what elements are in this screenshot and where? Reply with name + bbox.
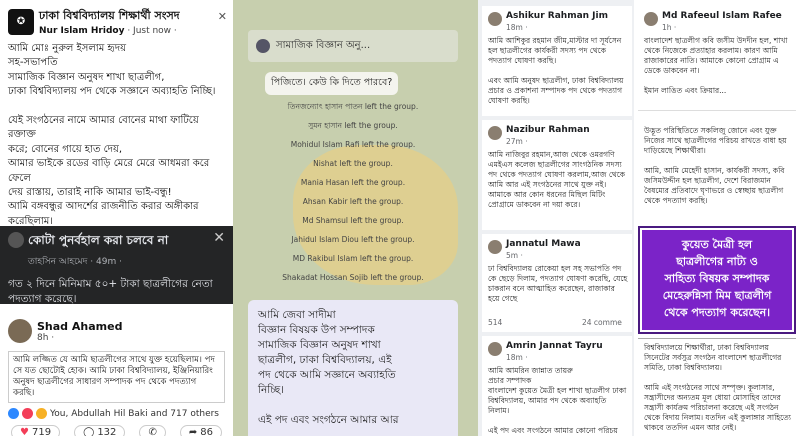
post-time: 1h · <box>662 23 677 32</box>
avatar[interactable] <box>488 12 502 26</box>
post-body: আমি আমরিন জান্নাত তায়রু প্রচার সম্পাদক … <box>488 366 627 435</box>
system-message: সুমন হাসান left the group. <box>308 121 398 130</box>
post-body: বিশ্ববিদ্যালয়ে শিক্ষার্থীরা, ঢাকা বিশ্ব… <box>644 343 791 432</box>
close-icon[interactable]: ✕ <box>218 10 227 23</box>
post-actions: ♥ 719 ◯ 132 ✆ ➦ 86 <box>0 419 233 436</box>
system-message: Shakadat Hossan Sojib left the group. <box>282 273 424 282</box>
reactions-text: You, Abdullah Hil Baki and 717 others <box>50 408 219 419</box>
post-body: আমি আশিকুর রহমান জীম,মাস্টার দা সূর্যসেন… <box>488 36 624 105</box>
post-body: ঢা বিশ্ববিদ্যালয় রোকেয়া হল সহ সভাপতি প… <box>488 264 628 303</box>
post-time: 18m · <box>506 353 528 362</box>
group-name[interactable]: ঢাকা বিশ্ববিদ্যালয় শিক্ষার্থী সংসদ <box>39 7 180 26</box>
posts-column-4: Md Rafeeul Islam Rafee 1h · বাংলাদেশ ছাত… <box>634 0 800 436</box>
comment-button[interactable]: ◯ 132 <box>74 425 126 436</box>
reaction-count[interactable]: 514 <box>488 318 502 327</box>
chat-title: সামাজিক বিজ্ঞান অনু... <box>276 40 371 51</box>
post-meta: Nur Islam Hridoy · Just now · <box>39 26 180 36</box>
post-card: উদ্ভূত পরিস্থিতিতে সকলিজু জোনে এবং যুক্ত… <box>638 116 796 221</box>
news-author[interactable]: তাহসিন আহমেদ · 49m · <box>0 252 233 269</box>
system-message: Mania Hasan left the group. <box>300 178 406 187</box>
group-avatar-icon <box>256 39 270 53</box>
post-card: Nazibur Rahman 27m · আমি নাজিবুর রহমান,আ… <box>482 120 632 230</box>
post-time: · Just now · <box>127 26 177 36</box>
post-author[interactable]: Jannatul Mawa <box>506 239 581 249</box>
news-card: কোটা পুনর্বহাল করা চলবে না ✕ তাহসিন আহমে… <box>0 226 233 305</box>
post-time: 8h · <box>37 332 55 343</box>
system-message: MD Rakibul Islam left the group. <box>292 254 414 263</box>
posts-column-3: Ashikur Rahman Jim 18m · আমি আশিকুর রহমা… <box>478 0 634 436</box>
reactions-summary[interactable]: You, Abdullah Hil Baki and 717 others <box>0 403 233 419</box>
post-card: Ashikur Rahman Jim 18m · আমি আশিকুর রহমা… <box>482 6 632 116</box>
chat-screenshot-panel: সামাজিক বিজ্ঞান অনু... পিজিতে। কেউ কি দি… <box>233 0 478 436</box>
share-button[interactable]: ➦ 86 <box>179 425 222 436</box>
avatar[interactable] <box>8 319 32 343</box>
shad-post: Shad Ahamed 8h · আমি লজ্জিত যে আমি ছাত্র… <box>0 312 233 436</box>
system-message: Nishat left the group. <box>313 159 393 168</box>
avatar[interactable] <box>644 12 658 26</box>
post-time: 27m · <box>506 137 528 146</box>
share-count: 86 <box>200 427 213 436</box>
post-time: 18m · <box>506 23 528 32</box>
heart-icon: ♥ <box>20 427 29 436</box>
post-author[interactable]: Shad Ahamed <box>37 320 122 333</box>
avatar[interactable] <box>488 342 502 356</box>
like-reaction-icon <box>8 408 19 419</box>
avatar[interactable] <box>488 126 502 140</box>
post-author[interactable]: Amrin Jannat Tayru <box>506 341 603 351</box>
system-message: Ahsan Kabir left the group. <box>302 197 404 206</box>
post-body: আমি নাজিবুর রহমান,আজ থেকে ওমরগণি এমইএস ক… <box>488 150 626 209</box>
post-header: ✪ ঢাকা বিশ্ববিদ্যালয় শিক্ষার্থী সংসদ Nu… <box>0 0 233 38</box>
group-logo-icon[interactable]: ✪ <box>8 8 34 35</box>
post-author[interactable]: Nazibur Rahman <box>506 125 590 135</box>
post-body: বাংলাদেশ ছাত্রলীগ কবি জসীম উদদীন হল, শাখ… <box>644 36 788 95</box>
post-body: উদ্ভূত পরিস্থিতিতে সকলিজু জোনে এবং যুক্ত… <box>644 126 787 205</box>
post-card: Md Rafeeul Islam Rafee 1h · বাংলাদেশ ছাত… <box>638 6 796 111</box>
comment-count: 132 <box>97 427 117 436</box>
whatsapp-button[interactable]: ✆ <box>139 425 166 436</box>
share-icon: ➦ <box>188 427 198 436</box>
news-text: গত ২ দিনে মিনিমাম ৫০+ টাকা ছাত্রলীগের নে… <box>8 278 213 305</box>
news-title[interactable]: কোটা পুনর্বহাল করা চলবে না <box>0 226 233 252</box>
highlight-banner: কুয়েত মৈত্রী হল ছাত্রলীগের নাট্য ও সাহি… <box>642 230 792 330</box>
post-author[interactable]: Md Rafeeul Islam Rafee <box>662 11 782 21</box>
avatar[interactable] <box>8 232 24 248</box>
post-header: Shad Ahamed 8h · <box>0 312 233 345</box>
chat-bubble: পিজিতে। কেউ কি দিতে পারবে? <box>265 72 399 95</box>
post-author[interactable]: Ashikur Rahman Jim <box>506 11 608 21</box>
whatsapp-icon: ✆ <box>148 427 157 436</box>
post-time: 5m · <box>506 251 523 260</box>
post-author[interactable]: Nur Islam Hridoy <box>39 26 124 36</box>
chat-header[interactable]: সামাজিক বিজ্ঞান অনু... <box>248 30 458 62</box>
love-reaction-icon <box>22 408 33 419</box>
post-card: বিশ্ববিদ্যালয়ে শিক্ষার্থীরা, ঢাকা বিশ্ব… <box>638 338 796 436</box>
system-message: Md Shamsul left the group. <box>302 216 404 225</box>
comment-icon: ◯ <box>83 427 95 436</box>
close-icon[interactable]: ✕ <box>213 230 225 246</box>
avatar[interactable] <box>488 240 502 254</box>
care-reaction-icon <box>36 408 47 419</box>
system-message: তিনজন্যোৎ হাসান পাতন left the group. <box>287 102 419 111</box>
quoted-text: আমি লজ্জিত যে আমি ছাত্রলীগের সাথে যুক্ত … <box>8 351 225 403</box>
system-message: Jahidul Islam Diou left the group. <box>291 235 415 244</box>
like-count: 719 <box>31 427 52 436</box>
post-card: Jannatul Mawa 5m · ঢা বিশ্ববিদ্যালয় রোক… <box>482 234 632 332</box>
comment-count[interactable]: 24 comme <box>582 318 622 327</box>
post-card: Amrin Jannat Tayru 18m · আমি আমরিন জান্ন… <box>482 336 632 436</box>
like-button[interactable]: ♥ 719 <box>11 425 61 436</box>
system-message: Mohidul Islam Rafi left the group. <box>290 140 416 149</box>
resignation-message: আমি জেবা সাদীমা বিজ্ঞান বিষয়ক উপ সম্পাদ… <box>248 300 458 436</box>
left-post-panel: ✪ ঢাকা বিশ্ববিদ্যালয় শিক্ষার্থী সংসদ Nu… <box>0 0 233 436</box>
